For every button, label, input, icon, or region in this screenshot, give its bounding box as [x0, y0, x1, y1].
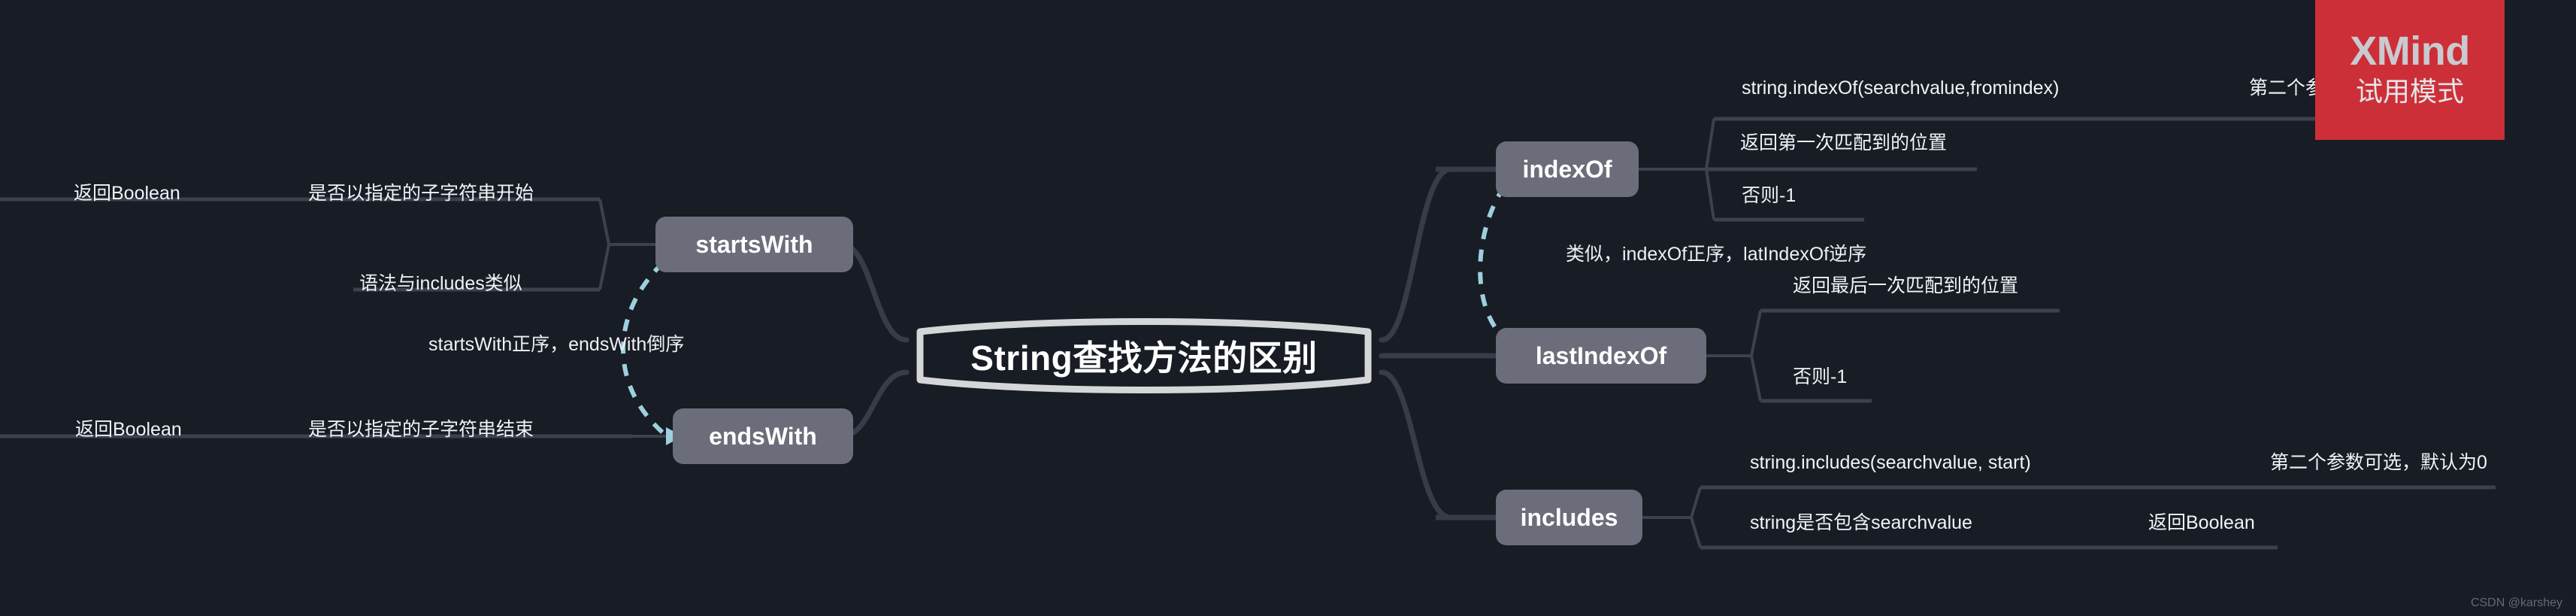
topic-endswith-label: endsWith [709, 422, 817, 450]
leaf-label: 返回Boolean [75, 419, 182, 440]
topic-endswith[interactable]: endsWith [673, 408, 853, 464]
topic-lastindexof[interactable]: lastIndexOf [1496, 328, 1706, 384]
leaf-lastindexof-returns-last[interactable]: 返回最后一次匹配到的位置 [1793, 277, 2018, 296]
relationship-label-indexof-lastindexof[interactable]: 类似，indexOf正序，latIndexOf逆序 [1566, 245, 1866, 264]
relationship-label-text: startsWith正序，endsWith倒序 [428, 334, 685, 355]
mindmap-canvas: String查找方法的区别 indexOf lastIndexOf includ… [0, 0, 2576, 616]
relationship-label-text: 类似，indexOf正序，latIndexOf逆序 [1566, 244, 1867, 265]
xmind-trial-mode-label: 试用模式 [2355, 75, 2464, 107]
leaf-indexof-otherwise-minus-one[interactable]: 否则-1 [1742, 187, 1796, 205]
xmind-trial-watermark: XMind 试用模式 [2315, 0, 2505, 140]
csdn-credit: CSDN @karshey [2470, 596, 2562, 609]
topic-startswith[interactable]: startsWith [655, 217, 853, 272]
leaf-label: 返回最后一次匹配到的位置 [1793, 275, 2019, 296]
relationship-label-startswith-endswith[interactable]: startsWith正序，endsWith倒序 [428, 335, 684, 354]
leaf-label: string.indexOf(searchvalue,fromindex) [1742, 77, 2060, 99]
leaf-label: 是否以指定的子字符串结束 [308, 419, 534, 440]
leaf-label: 否则-1 [1742, 185, 1797, 206]
leaf-includes-contains[interactable]: string是否包含searchvalue [1750, 514, 1972, 533]
leaf-label: 语法与includes类似 [359, 273, 522, 294]
leaf-endswith-returns-boolean[interactable]: 返回Boolean [75, 420, 182, 439]
leaf-label: 第二个参数可选，默认为0 [2270, 452, 2487, 473]
topic-startswith-label: startsWith [695, 230, 813, 258]
leaf-label: 返回Boolean [2148, 512, 2255, 533]
leaf-label: 是否以指定的子字符串开始 [308, 183, 534, 204]
topic-includes[interactable]: includes [1496, 490, 1642, 545]
topic-includes-label: includes [1520, 503, 1618, 531]
leaf-startswith-syntax-like-includes[interactable]: 语法与includes类似 [359, 275, 522, 293]
topic-indexof[interactable]: indexOf [1496, 141, 1639, 197]
central-topic-label: String查找方法的区别 [970, 338, 1318, 378]
leaf-label: 返回第一次匹配到的位置 [1740, 132, 1948, 153]
leaf-label: 否则-1 [1793, 366, 1848, 387]
leaf-lastindexof-otherwise-minus-one[interactable]: 否则-1 [1793, 368, 1847, 387]
xmind-brand-label: XMind [2350, 29, 2470, 74]
leaf-label: string是否包含searchvalue [1750, 512, 1972, 533]
leaf-startswith-returns-boolean[interactable]: 返回Boolean [74, 184, 180, 203]
leaf-label: 返回Boolean [74, 183, 180, 204]
leaf-startswith-starts-with[interactable]: 是否以指定的子字符串开始 [308, 184, 534, 203]
leaf-includes-signature-param[interactable]: 第二个参数可选，默认为0 [2270, 454, 2487, 472]
leaf-endswith-ends-with[interactable]: 是否以指定的子字符串结束 [308, 420, 534, 439]
topic-lastindexof-label: lastIndexOf [1535, 341, 1667, 369]
topic-indexof-label: indexOf [1522, 155, 1612, 183]
leaf-includes-returns-boolean[interactable]: 返回Boolean [2148, 514, 2255, 533]
leaf-indexof-returns-first[interactable]: 返回第一次匹配到的位置 [1740, 134, 1947, 153]
leaf-label: string.includes(searchvalue, start) [1750, 452, 2031, 473]
leaf-indexof-signature[interactable]: string.indexOf(searchvalue,fromindex) [1742, 79, 2059, 98]
central-topic[interactable]: String查找方法的区别 [904, 314, 1385, 398]
leaf-includes-signature[interactable]: string.includes(searchvalue, start) [1750, 454, 2031, 472]
